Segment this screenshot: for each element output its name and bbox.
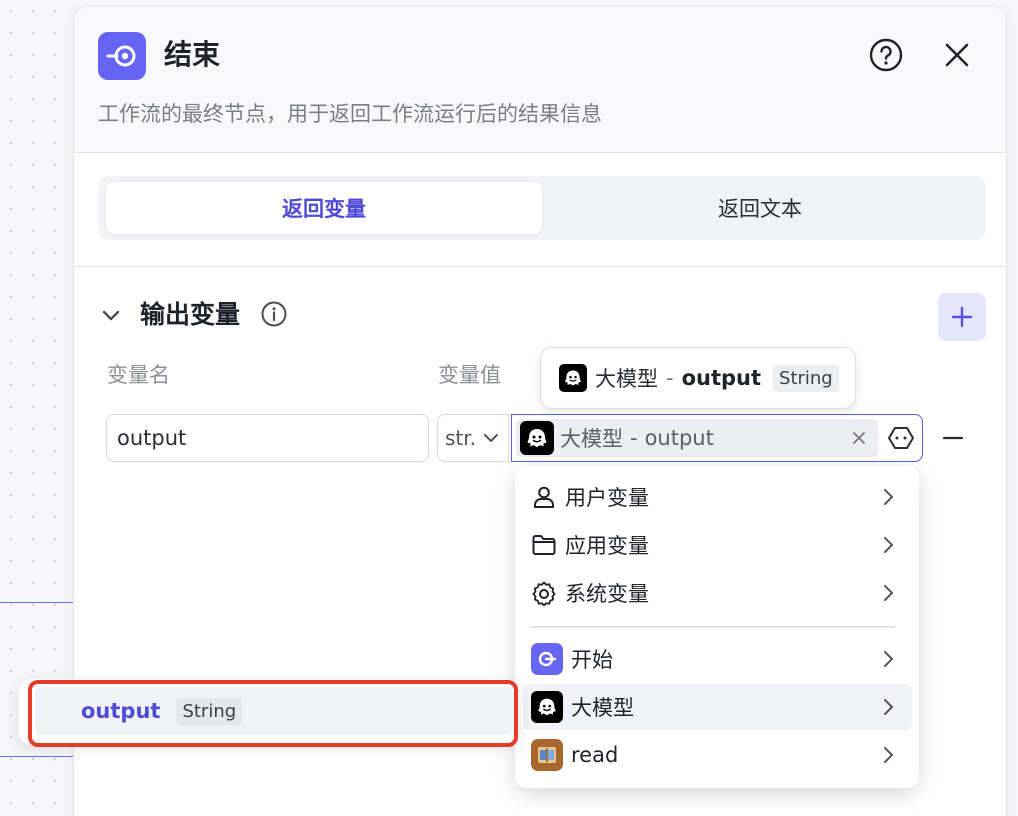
- chevron-right-icon: [884, 585, 893, 601]
- chevron-right-icon: [884, 747, 893, 763]
- menu-item-llm-node[interactable]: 大模型: [523, 684, 912, 730]
- tooltip-separator: -: [666, 366, 674, 390]
- chevron-right-icon: [884, 489, 893, 505]
- reference-node-name: 大模型: [560, 427, 623, 451]
- remove-variable-icon[interactable]: [942, 427, 964, 449]
- reference-separator: -: [630, 426, 638, 450]
- menu-item-label: read: [571, 743, 619, 767]
- submenu-item-output[interactable]: output String: [35, 687, 513, 735]
- llm-node-icon: [531, 691, 563, 723]
- menu-item-start-node[interactable]: 开始: [523, 636, 912, 682]
- variable-reference-field[interactable]: 大模型 - output: [511, 414, 923, 462]
- close-icon[interactable]: [942, 40, 972, 70]
- canvas-edge-line: [0, 756, 74, 757]
- panel-description: 工作流的最终节点，用于返回工作流运行后的结果信息: [98, 102, 602, 126]
- variable-name-input[interactable]: [106, 414, 429, 462]
- column-label-name: 变量名: [107, 363, 170, 387]
- return-mode-tabs: 返回变量 返回文本: [98, 176, 986, 240]
- add-variable-button[interactable]: [938, 293, 986, 341]
- help-icon[interactable]: [869, 38, 903, 72]
- menu-item-label: 系统变量: [565, 582, 649, 606]
- folder-icon: [532, 535, 556, 555]
- tooltip-variable-name: output: [681, 366, 762, 390]
- tab-return-variables[interactable]: 返回变量: [106, 182, 542, 234]
- value-type-select[interactable]: str.: [437, 414, 509, 462]
- column-label-value: 变量值: [438, 363, 501, 387]
- plus-icon: [951, 306, 973, 328]
- menu-divider: [531, 626, 895, 628]
- menu-item-user-variables[interactable]: 用户变量: [523, 474, 912, 520]
- canvas-edge-line: [0, 602, 74, 603]
- chevron-down-icon: [484, 434, 499, 442]
- menu-item-label: 用户变量: [565, 486, 649, 510]
- start-node-icon: [531, 643, 563, 675]
- llm-node-icon: [520, 421, 554, 455]
- reference-tooltip: 大模型 - output String: [540, 347, 856, 409]
- llm-node-icon: [559, 364, 587, 392]
- variable-source-menu: 用户变量 应用变量 系统变量 开始 大模型 read: [515, 466, 919, 788]
- user-icon: [534, 486, 554, 508]
- chevron-right-icon: [884, 651, 893, 667]
- end-node-icon: [98, 32, 146, 80]
- gear-icon: [532, 581, 556, 606]
- clear-reference-icon[interactable]: [850, 429, 868, 447]
- menu-item-read-node[interactable]: read: [523, 732, 912, 778]
- menu-item-app-variables[interactable]: 应用变量: [523, 522, 912, 568]
- panel-header: 结束 工作流的最终节点，用于返回工作流运行后的结果信息: [74, 7, 1006, 153]
- section-title: 输出变量: [140, 300, 241, 329]
- variable-picker-icon[interactable]: [887, 424, 915, 452]
- tabs-section: 返回变量 返回文本: [74, 153, 1006, 267]
- collapse-chevron-icon[interactable]: [100, 305, 122, 327]
- book-node-icon: [531, 739, 563, 771]
- menu-item-label: 大模型: [571, 696, 634, 720]
- tab-return-text[interactable]: 返回文本: [542, 182, 978, 234]
- chevron-right-icon: [884, 537, 893, 553]
- info-icon[interactable]: [260, 300, 288, 328]
- tooltip-type-badge: String: [773, 364, 839, 392]
- reference-variable-name: output: [644, 426, 714, 450]
- menu-item-label: 开始: [571, 648, 613, 672]
- submenu-variable-name: output: [81, 699, 161, 723]
- menu-item-system-variables[interactable]: 系统变量: [523, 570, 912, 616]
- panel-title: 结束: [164, 38, 221, 71]
- tooltip-node-name: 大模型: [595, 367, 658, 391]
- menu-item-label: 应用变量: [565, 534, 649, 558]
- value-type-label: str.: [445, 426, 477, 450]
- llm-output-submenu: output String: [19, 679, 519, 745]
- variable-reference-tag[interactable]: 大模型 - output: [516, 419, 878, 457]
- chevron-right-icon: [884, 699, 893, 715]
- submenu-type-badge: String: [176, 697, 243, 725]
